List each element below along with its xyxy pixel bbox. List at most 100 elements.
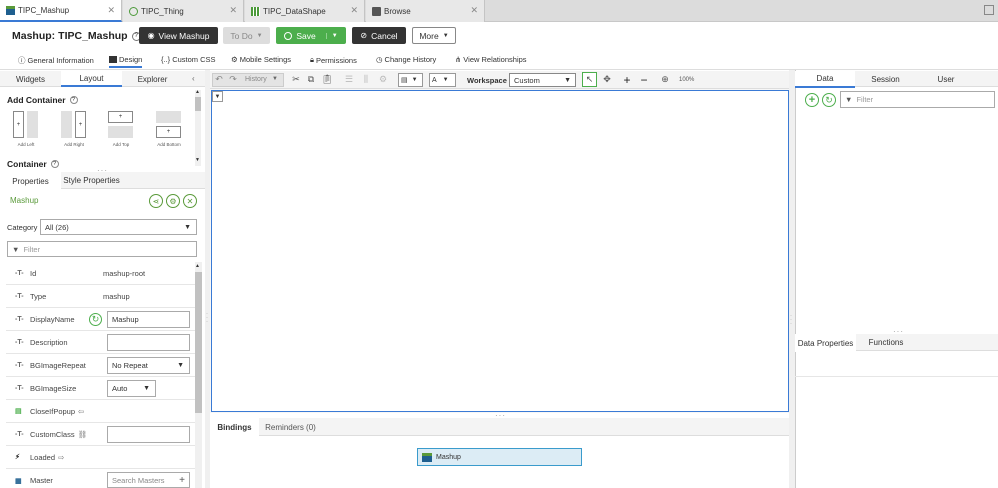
tab-properties[interactable]: Properties (0, 172, 61, 190)
redo-icon[interactable]: ↷ (227, 73, 239, 86)
tab-label: TIPC_DataShape (263, 6, 326, 16)
tab-label: Browse (384, 6, 411, 16)
tab-tipc-thing[interactable]: TIPC_Thing ✕ (123, 0, 244, 22)
tab-data-properties[interactable]: Data Properties (795, 334, 856, 352)
todo-button[interactable]: To Do ▼ (223, 27, 270, 44)
subnav-design[interactable]: Design (109, 55, 143, 68)
scroll-up-arrow-icon[interactable]: ▲ (195, 89, 200, 95)
chevron-down-icon[interactable]: ▼ (272, 76, 278, 82)
prop-label: CustomClass (30, 429, 75, 439)
font-icon: A (432, 76, 437, 84)
add-data-icon[interactable]: + (805, 93, 819, 107)
bgimagerepeat-select[interactable]: No Repeat ▼ (107, 357, 190, 374)
subnav-label: View Relationships (463, 55, 527, 64)
save-button[interactable]: Save ▼ (276, 27, 346, 44)
gear-icon[interactable]: ⚙ (166, 194, 180, 208)
text-select[interactable]: A ▼ (429, 73, 456, 87)
view-mashup-button[interactable]: ◉ View Mashup (139, 27, 218, 44)
binding-node-mashup[interactable]: Mashup (417, 448, 582, 466)
canvas-menu-dropdown[interactable]: ▼ (212, 91, 223, 102)
tab-functions[interactable]: Functions (856, 334, 916, 351)
subnav-general-information[interactable]: ⓘ General Information (18, 55, 94, 66)
close-icon[interactable]: ✕ (183, 194, 197, 208)
tab-explorer[interactable]: Explorer (122, 71, 183, 87)
add-right-button[interactable]: + (61, 111, 87, 139)
add-left-button[interactable]: + (13, 111, 39, 139)
tab-style-properties[interactable]: Style Properties (61, 172, 122, 189)
chevron-down-icon[interactable]: ▼ (325, 32, 338, 39)
subnav-change-history[interactable]: ◷ Change History (376, 55, 436, 64)
history-label[interactable]: History (245, 76, 267, 83)
scroll-down-arrow-icon[interactable]: ▼ (195, 157, 200, 163)
cancel-button[interactable]: ⊘ Cancel (352, 27, 406, 44)
subnav-custom-css[interactable]: {..} Custom CSS (161, 55, 216, 64)
select-tool-icon[interactable]: ↖ (582, 72, 597, 87)
text-type-icon: -T- (15, 384, 24, 392)
tab-widgets[interactable]: Widgets (0, 71, 61, 87)
tab-reminders[interactable]: Reminders (0) (259, 418, 322, 436)
filter-input[interactable]: ▼ Filter (7, 241, 197, 257)
tab-layout[interactable]: Layout (61, 71, 122, 87)
help-icon[interactable]: ? (50, 160, 59, 168)
zoom-fit-icon[interactable]: ⊕ (659, 73, 671, 86)
customclass-input[interactable] (107, 426, 190, 443)
copy-icon[interactable]: ⧉ (305, 73, 317, 86)
mashup-canvas[interactable] (211, 90, 789, 412)
add-bottom-button[interactable]: + (156, 111, 182, 139)
save-label: Save (296, 30, 316, 41)
workspace-select[interactable]: Custom ▼ (509, 73, 576, 87)
undo-icon[interactable]: ↶ (213, 73, 225, 86)
tab-data[interactable]: Data (795, 71, 855, 88)
subnav-view-relationships[interactable]: ⋔ View Relationships (455, 55, 527, 64)
tab-browse[interactable]: Browse ✕ (366, 0, 485, 22)
props-scrollbar-thumb[interactable] (195, 272, 202, 413)
close-icon[interactable]: ✕ (350, 5, 358, 16)
pan-tool-icon[interactable]: ✥ (601, 73, 613, 86)
data-filter-input[interactable]: ▼ Filter (840, 91, 995, 108)
settings-icon[interactable]: ⚙ (377, 73, 389, 86)
event-arrow-icon[interactable]: ⇦ (78, 407, 84, 416)
event-arrow-icon[interactable]: ⇨ (58, 453, 64, 462)
share-icon[interactable]: ⋖ (149, 194, 163, 208)
subnav-mobile-settings[interactable]: ⚙ Mobile Settings (231, 55, 291, 64)
mashup-icon (422, 452, 432, 462)
refresh-icon[interactable]: ↻ (89, 313, 102, 326)
close-icon[interactable]: ✕ (107, 5, 115, 16)
align-icon[interactable]: ☰ (343, 73, 355, 86)
tab-label: TIPC_Mashup (18, 5, 70, 15)
cut-icon[interactable]: ✂ (290, 73, 302, 86)
bgimagesize-select[interactable]: Auto ▼ (107, 380, 156, 397)
close-icon[interactable]: ✕ (470, 5, 478, 16)
master-search-input[interactable]: Search Masters + (107, 472, 190, 488)
paste-icon[interactable]: 📋︎ (321, 73, 333, 86)
help-icon[interactable]: ? (69, 96, 78, 104)
layout-scrollbar-thumb[interactable] (195, 97, 201, 111)
add-top-button[interactable]: + (108, 111, 134, 139)
collapse-panel-icon[interactable]: ‹ (192, 74, 195, 83)
splitter-handle[interactable]: · · · (790, 313, 792, 327)
zoom-out-icon[interactable]: − (638, 73, 650, 87)
tab-tipc-mashup[interactable]: TIPC_Mashup ✕ (0, 0, 122, 22)
layout-view-select[interactable]: ▤ ▼ (398, 73, 423, 87)
plus-icon[interactable]: + (179, 475, 185, 486)
popout-icon[interactable] (984, 5, 994, 15)
splitter-handle[interactable]: · · · (206, 311, 208, 325)
container-shape (156, 111, 181, 123)
tab-user[interactable]: User (916, 71, 976, 87)
tab-label: TIPC_Thing (141, 6, 184, 16)
description-input[interactable] (107, 334, 190, 351)
tab-bindings[interactable]: Bindings (210, 418, 259, 437)
zoom-in-icon[interactable]: + (621, 73, 633, 87)
link-icon[interactable]: ⛓ (78, 430, 88, 439)
more-button[interactable]: More ▼ (412, 27, 456, 44)
distribute-icon[interactable]: ⫼ (360, 73, 372, 86)
close-icon[interactable]: ✕ (229, 5, 237, 16)
refresh-icon[interactable]: ↻ (822, 93, 836, 107)
category-select[interactable]: All (26) ▼ (40, 219, 197, 235)
scroll-up-arrow-icon[interactable]: ▲ (195, 263, 200, 269)
tab-session[interactable]: Session (855, 71, 916, 87)
displayname-input[interactable]: Mashup (107, 311, 190, 328)
prop-label: Loaded (30, 452, 56, 462)
tab-tipc-datashape[interactable]: TIPC_DataShape ✕ (245, 0, 365, 22)
subnav-permissions[interactable]: 🔒︎ Permissions (310, 55, 357, 65)
